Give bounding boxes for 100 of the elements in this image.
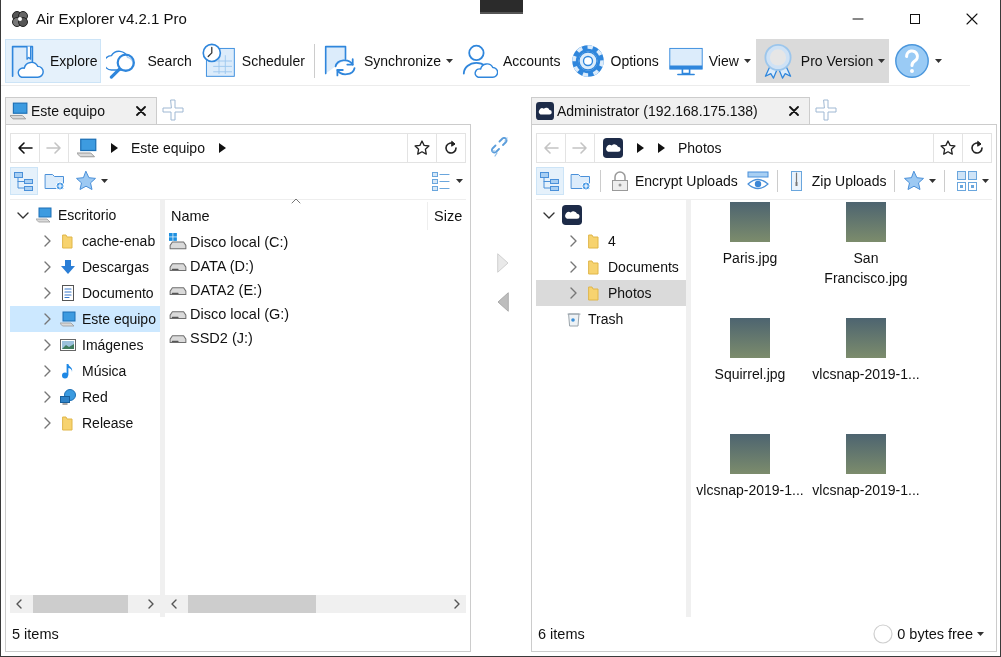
back-arrow-icon — [17, 140, 33, 156]
star-icon — [903, 170, 926, 192]
file-item[interactable]: Disco local (G:) — [165, 302, 466, 326]
caret-icon — [929, 179, 937, 183]
tab[interactable]: Administrator (192.168.175.138) — [531, 97, 810, 124]
breadcrumb-arrow-icon[interactable] — [636, 143, 644, 153]
photo-placeholder — [846, 318, 886, 358]
search-button[interactable]: Search — [102, 39, 196, 83]
caret-icon — [101, 179, 108, 183]
zip-uploads-button[interactable]: Zip Uploads — [782, 167, 890, 195]
settings-icon — [569, 43, 606, 79]
grid-view-icon — [956, 170, 978, 192]
forward-arrow-icon — [46, 140, 62, 156]
tree-item[interactable]: Documents — [536, 254, 686, 280]
horizontal-scrollbar[interactable] — [165, 595, 466, 613]
caret-icon — [743, 59, 751, 63]
tree-item[interactable]: cache-enab — [10, 228, 160, 254]
cloud-icon — [536, 102, 554, 120]
window-title: Air Explorer v4.2.1 Pro — [36, 10, 187, 27]
file-item[interactable]: DATA (D:) — [165, 254, 466, 278]
close-tab-icon[interactable] — [788, 106, 799, 116]
scroll-right-icon[interactable] — [453, 599, 461, 609]
maximize-icon — [908, 12, 921, 25]
scrollbar-thumb[interactable] — [33, 595, 128, 613]
free-space-dropdown[interactable]: 0 bytes free — [873, 624, 984, 644]
tree-item[interactable]: Descargas — [10, 254, 160, 280]
tab[interactable]: Este equipo — [5, 97, 157, 124]
caret-icon — [445, 59, 453, 63]
encrypt-uploads-button[interactable]: Encrypt Uploads — [606, 167, 741, 195]
folder-icon — [586, 233, 602, 249]
star-icon — [75, 170, 97, 192]
thumbnail-item[interactable]: vlcsnap-2019-1... — [692, 432, 808, 548]
scheduler-button[interactable]: Scheduler — [196, 39, 309, 83]
help-icon — [894, 43, 931, 79]
tree-item[interactable]: Photos — [536, 280, 686, 306]
column-header[interactable]: Name — [165, 202, 428, 230]
tree-item[interactable]: Red — [10, 384, 160, 410]
options-button[interactable]: Options — [565, 39, 663, 83]
thumbnail-item[interactable]: Squirrel.jpg — [692, 316, 808, 432]
photo-placeholder — [846, 202, 886, 242]
thumbnail-item[interactable]: vlcsnap-2019-1... — [808, 316, 924, 432]
folder-icon — [60, 415, 76, 431]
padlock-icon — [609, 170, 631, 192]
tree-item[interactable]: Release — [10, 410, 160, 436]
picture-icon — [60, 337, 76, 353]
tree-item[interactable]: Este equipo — [10, 306, 160, 332]
download-arrow-icon — [60, 259, 76, 275]
breadcrumb-arrow-icon[interactable] — [110, 143, 118, 153]
breadcrumb-item[interactable]: Este equipo — [131, 140, 205, 156]
breadcrumb-arrow-icon[interactable] — [217, 143, 226, 153]
status-text: 6 items — [538, 626, 585, 642]
file-item[interactable]: Disco local (C:) — [165, 230, 466, 254]
synchronize-button[interactable]: Synchronize — [318, 39, 457, 83]
folder-icon — [586, 285, 602, 301]
explore-button[interactable]: Explore — [5, 39, 102, 83]
breadcrumb-arrow-icon[interactable] — [657, 143, 665, 153]
app-logo-icon — [11, 9, 29, 28]
list-view-icon — [430, 170, 452, 192]
left-arrow-icon[interactable] — [497, 292, 509, 312]
star-icon — [940, 140, 956, 156]
tree-toggle-button[interactable] — [10, 167, 38, 195]
circle-icon — [873, 624, 894, 644]
scroll-left-icon[interactable] — [170, 599, 178, 609]
cloud-folder-icon — [9, 43, 45, 79]
computer-icon — [36, 207, 52, 223]
scrollbar-thumb[interactable] — [188, 595, 316, 613]
view-button[interactable]: View — [663, 39, 755, 83]
tree-item[interactable]: Imágenes — [10, 332, 160, 358]
calendar-clock-icon — [200, 43, 237, 79]
tree-toggle-button[interactable] — [536, 167, 564, 195]
tree-item[interactable]: Documento — [10, 280, 160, 306]
trash-icon — [566, 311, 582, 327]
file-item[interactable]: SSD2 (J:) — [165, 326, 466, 350]
breadcrumb-item[interactable]: Photos — [678, 140, 722, 156]
horizontal-scrollbar[interactable] — [10, 595, 160, 613]
column-header[interactable]: Size — [428, 202, 466, 230]
folder-icon — [60, 233, 76, 249]
document-icon — [60, 285, 76, 301]
photo-placeholder — [730, 202, 770, 242]
thumbnail-item[interactable]: vlcsnap-2019-1... — [808, 432, 924, 548]
thumbnail-item[interactable]: Paris.jpg — [692, 200, 808, 316]
thumbnail-item[interactable]: San Francisco.jpg — [808, 200, 924, 316]
tree-item[interactable]: Música — [10, 358, 160, 384]
caret-icon — [456, 179, 463, 183]
pro-version-button[interactable]: Pro Version — [755, 39, 890, 83]
file-item[interactable]: DATA2 (E:) — [165, 278, 466, 302]
tree-item[interactable]: 4 — [536, 228, 686, 254]
photo-placeholder — [730, 434, 770, 474]
drag-handle[interactable] — [480, 0, 523, 14]
link-icon[interactable] — [491, 137, 511, 157]
scroll-right-icon[interactable] — [147, 599, 155, 609]
close-tab-icon[interactable] — [135, 106, 146, 116]
tree-item[interactable]: Trash — [536, 306, 686, 332]
accounts-button[interactable]: Accounts — [457, 39, 565, 83]
computer-icon — [10, 102, 28, 120]
cloud-icon — [603, 138, 623, 158]
photo-placeholder — [730, 318, 770, 358]
tree-item[interactable]: Escritorio — [10, 202, 160, 228]
eye-icon — [746, 170, 769, 192]
scroll-left-icon[interactable] — [15, 599, 23, 609]
